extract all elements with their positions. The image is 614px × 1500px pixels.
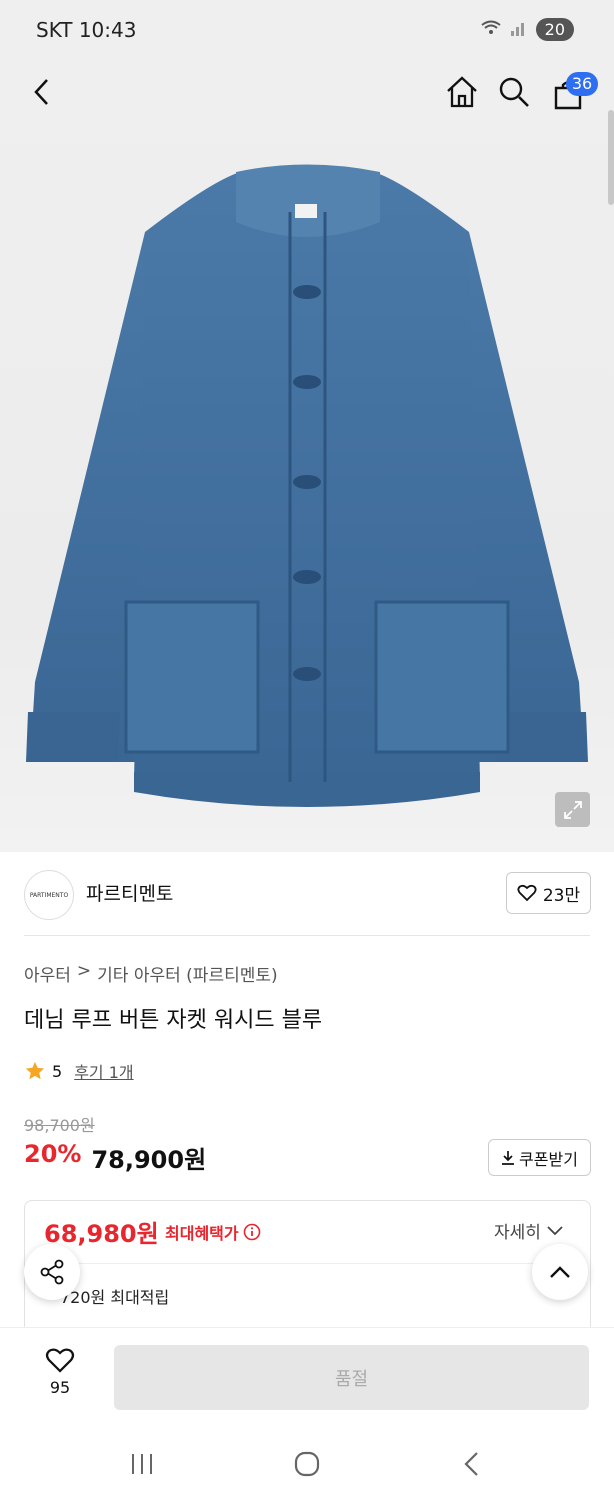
- max-points: 720원 최대적립: [60, 1288, 170, 1307]
- brand-name[interactable]: 파르티멘토: [86, 879, 173, 906]
- scroll-top-button[interactable]: [532, 1244, 588, 1300]
- chevron-left-icon: [34, 79, 48, 105]
- cart-count-badge: 36: [566, 72, 598, 96]
- original-price: 98,700원: [24, 1116, 95, 1135]
- card-divider: [44, 1263, 570, 1264]
- signal-icon: [510, 19, 528, 41]
- heart-icon: [517, 884, 537, 902]
- detail-label: 자세히: [494, 1223, 541, 1243]
- product-title: 데님 루프 버튼 자켓 워시드 블루: [24, 1008, 323, 1033]
- download-icon: [502, 1150, 515, 1165]
- heart-icon: [45, 1348, 75, 1373]
- max-benefit-label: 최대혜택가: [165, 1220, 261, 1244]
- coupon-button[interactable]: 쿠폰받기: [488, 1139, 591, 1176]
- scrollbar-thumb[interactable]: [608, 110, 614, 205]
- wish-button[interactable]: 95: [38, 1347, 82, 1397]
- max-benefit-text: 최대혜택가: [165, 1224, 239, 1243]
- recent-apps-button[interactable]: [112, 1439, 172, 1489]
- back-nav-button[interactable]: [442, 1439, 502, 1489]
- chevron-down-icon: [547, 1225, 563, 1235]
- breadcrumb-category[interactable]: 아우터: [24, 961, 71, 986]
- info-icon[interactable]: [243, 1223, 261, 1241]
- brand-like-button[interactable]: 23만: [506, 872, 591, 914]
- coupon-label: 쿠폰받기: [519, 1149, 578, 1169]
- divider: [24, 935, 590, 936]
- expand-icon: [563, 800, 582, 819]
- share-icon: [40, 1259, 64, 1285]
- search-icon: [499, 77, 529, 107]
- benefit-detail-toggle[interactable]: 자세히: [494, 1218, 563, 1243]
- status-time: SKT 10:43: [36, 18, 137, 42]
- star-icon: [25, 1061, 45, 1080]
- search-button[interactable]: [492, 70, 536, 114]
- expand-image-button[interactable]: [555, 792, 590, 827]
- price-row: 20% 78,900원: [24, 1140, 206, 1175]
- discount-rate: 20%: [24, 1140, 82, 1168]
- recent-apps-icon: [132, 1454, 153, 1474]
- max-benefit-price: 68,980원: [44, 1220, 159, 1248]
- breadcrumb-separator: >: [76, 961, 92, 981]
- rating-score: 5: [52, 1061, 63, 1081]
- home-icon: [447, 76, 477, 108]
- brand-like-count: 23만: [542, 885, 581, 906]
- home-nav-button[interactable]: [277, 1439, 337, 1489]
- system-navigation-bar: [0, 1428, 614, 1500]
- brand-logo[interactable]: PARTIMENTO: [24, 870, 74, 920]
- brand-logo-text: PARTIMENTO: [29, 891, 69, 899]
- breadcrumb-subcategory[interactable]: 기타 아우터 (파르티멘토): [97, 961, 277, 986]
- wifi-icon: [480, 19, 502, 41]
- soldout-button: 품절: [114, 1345, 589, 1410]
- wish-count: 95: [49, 1378, 71, 1397]
- back-arrow-icon: [464, 1452, 478, 1476]
- back-button[interactable]: [20, 70, 64, 114]
- denim-jacket-image: [26, 164, 588, 807]
- home-circle-icon: [294, 1451, 320, 1477]
- home-button[interactable]: [440, 70, 484, 114]
- breadcrumb: 아우터 > 기타 아우터 (파르티멘토): [24, 961, 278, 986]
- chevron-up-icon: [550, 1266, 570, 1278]
- sale-price: 78,900원: [91, 1146, 207, 1174]
- product-image[interactable]: [0, 62, 614, 852]
- status-icons: 20: [480, 18, 574, 41]
- review-link[interactable]: 후기 1개: [74, 1059, 133, 1083]
- rating-row: 5 후기 1개: [24, 1059, 134, 1083]
- battery-indicator: 20: [535, 18, 574, 41]
- share-button[interactable]: [24, 1244, 80, 1300]
